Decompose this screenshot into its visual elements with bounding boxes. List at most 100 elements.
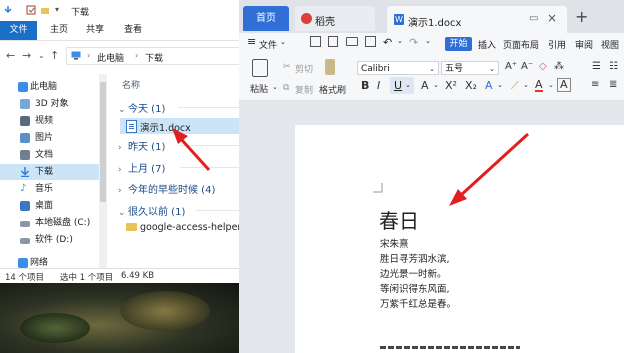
align-center-icon[interactable]: ≣ (609, 79, 617, 90)
group-label: 昨天 (1) (128, 142, 166, 153)
char-border-icon[interactable]: A (557, 78, 571, 92)
save-icon[interactable] (310, 36, 321, 47)
paste-chevron-icon[interactable]: ⌄ (272, 83, 278, 91)
sidebar-item-documents[interactable]: 文档 (0, 147, 100, 163)
print-icon[interactable] (346, 37, 358, 46)
font-color-icon[interactable]: A (535, 79, 543, 92)
breadcrumb-item[interactable]: 此电脑 (97, 51, 124, 64)
document-author[interactable]: 宋朱熹 (380, 236, 409, 250)
file-menu-chevron-icon[interactable]: ⌄ (280, 38, 286, 46)
menu-start[interactable]: 开始 (445, 37, 472, 51)
poem-line[interactable]: 万紫千红总是春。 (380, 296, 456, 310)
hamburger-menu-icon[interactable]: ≡ (247, 35, 256, 48)
underline-button[interactable]: U ⌄ (390, 77, 414, 94)
undo-icon[interactable]: ↶ (383, 36, 392, 49)
shrink-font-icon[interactable]: A⁻ (521, 61, 533, 72)
format-painter-icon[interactable] (325, 59, 335, 75)
copy-icon[interactable]: ⧉ (283, 83, 289, 93)
chevron-down-icon[interactable]: ⌄ (497, 81, 503, 89)
up-arrow-icon[interactable]: ↑ (50, 49, 59, 62)
navigation-pane-scrollbar[interactable] (99, 74, 107, 268)
customize-toolbar-icon[interactable]: ▾ (55, 5, 65, 15)
address-bar[interactable]: › 此电脑 › 下载 (66, 47, 245, 65)
copy-label[interactable]: 复制 (295, 83, 313, 96)
menu-file[interactable]: 文件 (259, 38, 277, 51)
recent-locations-chevron-icon[interactable]: ⌄ (38, 51, 45, 60)
align-left-icon[interactable]: ≡ (591, 79, 599, 90)
menu-view[interactable]: 视图 (601, 38, 619, 51)
forward-arrow-icon[interactable]: → (22, 49, 31, 62)
menu-review[interactable]: 审阅 (575, 38, 593, 51)
chevron-down-icon: ⌄ (489, 65, 495, 73)
highlight-color-icon[interactable]: ⟋ (511, 79, 519, 93)
chevron-down-icon[interactable]: ⌄ (523, 81, 529, 89)
new-folder-icon[interactable] (40, 5, 50, 15)
print-preview-icon[interactable] (365, 36, 376, 47)
file-row[interactable]: google-access-helper-2 (120, 220, 250, 236)
tab-home[interactable]: 主页 (44, 21, 74, 40)
back-arrow-icon[interactable]: ← (6, 49, 15, 62)
sidebar-item-music[interactable]: ♪ 音乐 (0, 181, 100, 197)
group-header-long-ago[interactable]: ⌄ 很久以前 (1) (118, 203, 185, 218)
poem-line[interactable]: 等闲识得东风面, (380, 281, 450, 295)
sidebar-item-pictures[interactable]: 图片 (0, 130, 100, 146)
paste-label[interactable]: 粘贴 (250, 82, 268, 95)
poem-line[interactable]: 边光景一时新。 (380, 266, 447, 280)
new-tab-plus-icon[interactable]: + (575, 7, 588, 26)
tab-document[interactable]: W 演示1.docx ▭ × (387, 6, 567, 33)
menu-references[interactable]: 引用 (548, 38, 566, 51)
column-header-name[interactable]: 名称 (122, 78, 140, 91)
tab-file[interactable]: 文件 (0, 21, 37, 40)
chevron-down-icon[interactable]: ⌄ (433, 81, 439, 89)
cut-label[interactable]: 剪切 (295, 62, 313, 75)
undo-chevron-icon[interactable]: ⌄ (397, 37, 403, 45)
file-row-selected[interactable]: 演示1.docx (120, 118, 245, 134)
sidebar-item-drive-d[interactable]: 软件 (D:) (0, 232, 100, 248)
sidebar-item-3d-objects[interactable]: 3D 对象 (0, 96, 100, 112)
group-header-last-month[interactable]: › 上月 (7) (118, 160, 165, 175)
sidebar-item-videos[interactable]: 视频 (0, 113, 100, 129)
tab-home[interactable]: 首页 (243, 6, 289, 31)
bold-icon[interactable]: B (361, 79, 369, 92)
export-pdf-icon[interactable] (328, 36, 338, 47)
font-size-select[interactable]: 五号 ⌄ (441, 61, 499, 75)
tab-view[interactable]: 查看 (118, 21, 148, 40)
quick-access-chevron-icon[interactable]: ⌄ (425, 37, 431, 45)
numbered-list-icon[interactable]: ☷ (609, 61, 618, 72)
document-page[interactable]: 春日 宋朱熹 胜日寻芳泗水滨, 边光景一时新。 等闲识得东风面, 万紫千红总是春… (295, 125, 624, 353)
sidebar-item-drive-c[interactable]: 本地磁盘 (C:) (0, 215, 100, 231)
breadcrumb-item[interactable]: 下载 (145, 51, 163, 64)
sidebar-item-downloads[interactable]: 下载 (0, 164, 100, 180)
subscript-icon[interactable]: X₂ (465, 79, 477, 92)
font-name-select[interactable]: Calibri ⌄ (357, 61, 439, 75)
sidebar-item-desktop[interactable]: 桌面 (0, 198, 100, 214)
chevron-down-icon[interactable]: ⌄ (548, 81, 554, 89)
italic-icon[interactable]: I (377, 79, 380, 92)
group-header-yesterday[interactable]: › 昨天 (1) (118, 138, 165, 153)
tab-share[interactable]: 共享 (80, 21, 110, 40)
clear-format-icon[interactable]: ◇ (539, 61, 547, 72)
tab-daoke[interactable]: 稻壳 (295, 6, 375, 31)
format-painter-label[interactable]: 格式刷 (319, 83, 346, 96)
cut-icon[interactable]: ✂ (283, 62, 291, 72)
group-header-earlier-this-year[interactable]: › 今年的早些时候 (4) (118, 181, 215, 196)
close-icon[interactable]: × (547, 11, 557, 25)
document-title[interactable]: 春日 (379, 205, 419, 234)
poem-line[interactable]: 胜日寻芳泗水滨, (380, 251, 450, 265)
scrollbar-thumb[interactable] (100, 82, 106, 202)
menu-insert[interactable]: 插入 (478, 38, 496, 51)
redo-icon[interactable]: ↷ (409, 36, 418, 49)
properties-icon[interactable] (26, 5, 36, 15)
quick-access-icon[interactable] (3, 5, 13, 15)
group-header-today[interactable]: ⌄ 今天 (1) (118, 100, 165, 115)
sidebar-item-this-pc[interactable]: 此电脑 (0, 79, 100, 95)
bullet-list-icon[interactable]: ☰ (592, 61, 601, 72)
paste-icon[interactable] (252, 59, 268, 77)
pinyin-guide-icon[interactable]: ⁂ (554, 61, 564, 72)
window-restore-icon[interactable]: ▭ (529, 13, 538, 24)
highlight-icon[interactable]: A (421, 79, 429, 92)
menu-page-layout[interactable]: 页面布局 (503, 38, 539, 51)
superscript-icon[interactable]: X² (445, 79, 457, 92)
text-effect-icon[interactable]: A (485, 79, 493, 92)
grow-font-icon[interactable]: A⁺ (505, 61, 517, 72)
